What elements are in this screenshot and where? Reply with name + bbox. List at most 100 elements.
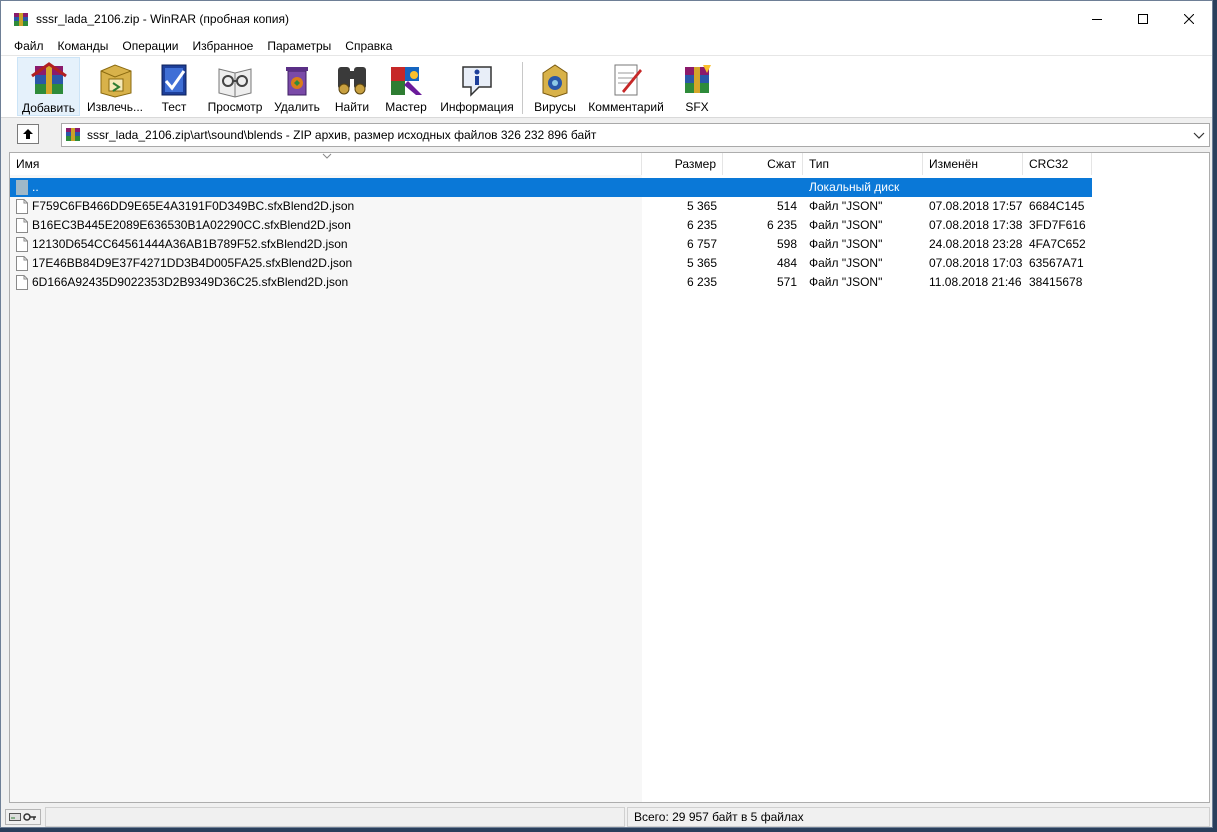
parent-folder-type: Локальный диск xyxy=(809,180,900,194)
menu-favorites[interactable]: Избранное xyxy=(186,39,261,53)
file-packed: 598 xyxy=(776,237,797,251)
folder-up-icon xyxy=(16,180,28,195)
status-icons[interactable] xyxy=(5,809,41,825)
info-button[interactable]: Информация xyxy=(437,57,517,116)
table-row[interactable]: 17E46BB84D9E37F4271DD3B4D005FA25.sfxBlen… xyxy=(10,254,1209,273)
file-size: 5 365 xyxy=(686,199,717,213)
file-rows: .. Локальный диск F759C6FB466DD9E65E4A31… xyxy=(10,178,1209,292)
wizard-icon xyxy=(391,67,422,95)
window-title: sssr_lada_2106.zip - WinRAR (пробная коп… xyxy=(36,12,290,26)
status-total-text: Всего: 29 957 байт в 5 файлах xyxy=(627,807,1210,827)
column-header-size[interactable]: Размер xyxy=(642,153,723,175)
file-crc: 38415678 xyxy=(1029,275,1083,289)
add-button[interactable]: Добавить xyxy=(17,57,80,116)
winrar-window: sssr_lada_2106.zip - WinRAR (пробная коп… xyxy=(0,0,1213,828)
comment-button-label: Комментарий xyxy=(588,100,664,114)
comment-icon xyxy=(614,64,642,96)
close-button[interactable] xyxy=(1166,1,1212,37)
test-button[interactable]: Тест xyxy=(151,57,197,116)
column-header-crc32[interactable]: CRC32 xyxy=(1023,153,1092,175)
file-type: Файл "JSON" xyxy=(809,218,883,232)
sfx-button-label: SFX xyxy=(685,100,709,114)
file-packed: 484 xyxy=(776,256,797,270)
extract-icon xyxy=(100,64,132,98)
column-header-modified[interactable]: Изменён xyxy=(923,153,1023,175)
maximize-icon xyxy=(1138,14,1148,24)
drive-icon xyxy=(9,813,21,821)
parent-folder-row[interactable]: .. Локальный диск xyxy=(10,178,1092,197)
winrar-archive-icon xyxy=(14,13,28,26)
column-header-type[interactable]: Тип xyxy=(803,153,923,175)
file-type: Файл "JSON" xyxy=(809,199,883,213)
delete-button[interactable]: Удалить xyxy=(271,57,323,116)
parent-folder-name: .. xyxy=(32,180,39,194)
file-size: 6 235 xyxy=(686,218,717,232)
menu-bar: Файл Команды Операции Избранное Параметр… xyxy=(1,37,1212,55)
info-button-label: Информация xyxy=(440,100,514,114)
view-button-label: Просмотр xyxy=(207,100,263,114)
up-folder-button[interactable] xyxy=(17,124,39,144)
sfx-button[interactable]: SFX xyxy=(673,57,721,116)
table-row[interactable]: 6D166A92435D9022353D2B9349D36C25.sfxBlen… xyxy=(10,273,1209,292)
file-modified: 11.08.2018 21:46 xyxy=(929,275,1022,289)
sort-ascending-icon xyxy=(322,153,332,159)
title-bar: sssr_lada_2106.zip - WinRAR (пробная коп… xyxy=(1,1,1212,37)
status-bar: Всего: 29 957 байт в 5 файлах xyxy=(1,805,1212,827)
comment-button[interactable]: Комментарий xyxy=(585,57,667,116)
file-type: Файл "JSON" xyxy=(809,237,883,251)
file-modified: 07.08.2018 17:57 xyxy=(929,199,1023,213)
minimize-icon xyxy=(1092,19,1102,20)
file-icon xyxy=(16,199,28,214)
table-row[interactable]: B16EC3B445E2089E636530B1A02290CC.sfxBlen… xyxy=(10,216,1209,235)
file-size: 6 757 xyxy=(686,237,717,251)
extract-button-label: Извлечь... xyxy=(86,100,143,114)
virus-scan-button[interactable]: Вирусы xyxy=(529,57,581,116)
archive-path-text: sssr_lada_2106.zip\art\sound\blends - ZI… xyxy=(87,128,597,142)
file-icon xyxy=(16,275,28,290)
key-icon xyxy=(23,813,36,821)
file-name: F759C6FB466DD9E65E4A3191F0D349BC.sfxBlen… xyxy=(32,199,355,213)
delete-button-label: Удалить xyxy=(274,100,320,114)
toolbar: Добавить Извлечь... Тест Просмотр Удалит… xyxy=(1,55,1212,118)
file-name: 12130D654CC64561444A36AB1B789F52.sfxBlen… xyxy=(32,237,348,251)
virus-scan-icon xyxy=(542,64,568,98)
path-combobox[interactable]: sssr_lada_2106.zip\art\sound\blends - ZI… xyxy=(61,123,1210,147)
find-button-label: Найти xyxy=(334,100,370,114)
file-modified: 24.08.2018 23:28 xyxy=(929,237,1023,251)
file-packed: 514 xyxy=(776,199,797,213)
wizard-button[interactable]: Мастер xyxy=(381,57,431,116)
find-button[interactable]: Найти xyxy=(329,57,375,116)
file-icon xyxy=(16,218,28,233)
extract-button[interactable]: Извлечь... xyxy=(84,57,146,116)
file-icon xyxy=(16,237,28,252)
file-packed: 6 235 xyxy=(766,218,797,232)
file-size: 6 235 xyxy=(686,275,717,289)
status-panel-left xyxy=(45,807,625,827)
maximize-button[interactable] xyxy=(1120,1,1166,37)
minimize-button[interactable] xyxy=(1074,1,1120,37)
file-modified: 07.08.2018 17:03 xyxy=(929,256,1023,270)
table-row[interactable]: 12130D654CC64561444A36AB1B789F52.sfxBlen… xyxy=(10,235,1209,254)
file-crc: 6684C145 xyxy=(1029,199,1085,213)
file-name: 6D166A92435D9022353D2B9349D36C25.sfxBlen… xyxy=(32,275,349,289)
view-button[interactable]: Просмотр xyxy=(203,57,267,116)
menu-file[interactable]: Файл xyxy=(1,39,51,53)
chevron-down-icon[interactable] xyxy=(1192,127,1206,143)
virus-scan-button-label: Вирусы xyxy=(534,100,576,114)
view-icon xyxy=(218,68,252,98)
delete-icon xyxy=(286,67,308,96)
file-packed: 571 xyxy=(776,275,797,289)
menu-help[interactable]: Справка xyxy=(338,39,399,53)
toolbar-separator xyxy=(522,62,523,114)
column-header-packed[interactable]: Сжат xyxy=(723,153,803,175)
file-crc: 3FD7F616 xyxy=(1029,218,1086,232)
menu-commands[interactable]: Команды xyxy=(51,39,116,53)
file-list: Имя Размер Сжат Тип Изменён CRC32 .. Лок… xyxy=(9,152,1210,803)
file-size: 5 365 xyxy=(686,256,717,270)
test-icon xyxy=(161,64,187,96)
menu-operations[interactable]: Операции xyxy=(115,39,185,53)
file-name: B16EC3B445E2089E636530B1A02290CC.sfxBlen… xyxy=(32,218,351,232)
table-row[interactable]: F759C6FB466DD9E65E4A3191F0D349BC.sfxBlen… xyxy=(10,197,1209,216)
menu-options[interactable]: Параметры xyxy=(260,39,338,53)
test-button-label: Тест xyxy=(161,100,187,114)
